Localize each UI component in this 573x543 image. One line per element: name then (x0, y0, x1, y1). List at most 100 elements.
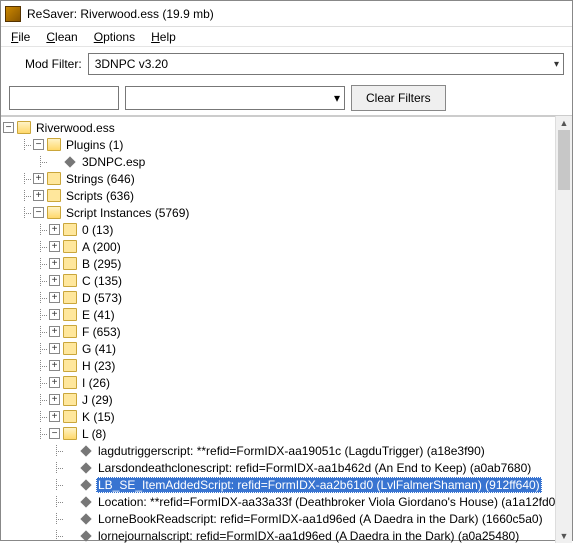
expand-toggle[interactable]: − (3, 122, 14, 133)
tree-label: LB_SE_ItemAddedScript: refid=FormIDX-aa2… (96, 477, 542, 493)
folder-icon (47, 172, 61, 185)
tree-root[interactable]: − Riverwood.ess (3, 119, 555, 136)
tree-label: lagdutriggerscript: **refid=FormIDX-aa19… (96, 444, 487, 458)
folder-icon (63, 291, 77, 304)
scrollbar-thumb[interactable] (558, 130, 570, 190)
item-icon (80, 479, 91, 490)
filter-toolbar: ▾ Clear Filters (1, 81, 572, 116)
tree-label: Larsdondeathclonescript: refid=FormIDX-a… (96, 461, 533, 475)
item-icon (64, 156, 75, 167)
tree-group-G[interactable]: + G (41) (3, 340, 555, 357)
menu-options[interactable]: Options (88, 29, 141, 45)
expand-toggle[interactable]: + (49, 258, 60, 269)
expand-toggle[interactable]: + (49, 377, 60, 388)
tree-strings[interactable]: + Strings (646) (3, 170, 555, 187)
tree-label: F (653) (80, 325, 123, 339)
tree-group-E[interactable]: +E (41) (3, 306, 555, 323)
tree-group-L[interactable]: − L (8) (3, 425, 555, 442)
folder-icon (63, 410, 77, 423)
expand-toggle[interactable]: + (49, 326, 60, 337)
expand-toggle[interactable]: − (33, 139, 44, 150)
tree-group-F[interactable]: + F (653) (3, 323, 555, 340)
scroll-up-icon[interactable]: ▲ (556, 116, 572, 130)
expand-toggle[interactable]: + (49, 241, 60, 252)
tree-label: Scripts (636) (64, 189, 136, 203)
tree-label: L (8) (80, 427, 108, 441)
mod-filter-combo[interactable]: 3DNPC v3.20 ▾ (88, 53, 564, 75)
tree-group-I[interactable]: + I (26) (3, 374, 555, 391)
folder-icon (63, 308, 77, 321)
menu-file[interactable]: File (5, 29, 36, 45)
tree-label: Script Instances (5769) (64, 206, 191, 220)
tree-scripts[interactable]: + Scripts (636) (3, 187, 555, 204)
expand-toggle[interactable]: + (49, 309, 60, 320)
expand-toggle[interactable]: + (49, 394, 60, 405)
expand-toggle[interactable]: + (49, 224, 60, 235)
window-title: ReSaver: Riverwood.ess (19.9 mb) (27, 7, 214, 21)
expand-toggle[interactable]: + (49, 411, 60, 422)
tree-label: Plugins (1) (64, 138, 125, 152)
tree-label: Location: **refid=FormIDX-aa33a33f (Deat… (96, 495, 555, 509)
tree-label: A (200) (80, 240, 123, 254)
folder-icon (63, 359, 77, 372)
tree-group-D[interactable]: + D (573) (3, 289, 555, 306)
expand-toggle[interactable]: + (33, 190, 44, 201)
tree-group-0[interactable]: +0 (13) (3, 221, 555, 238)
expand-toggle[interactable]: − (33, 207, 44, 218)
folder-icon (17, 121, 31, 134)
folder-icon (63, 257, 77, 270)
tree-label: C (135) (80, 274, 124, 288)
chevron-down-icon: ▾ (554, 59, 559, 70)
tree-label: I (26) (80, 376, 112, 390)
folder-icon (63, 393, 77, 406)
menu-clean[interactable]: Clean (40, 29, 83, 45)
chevron-down-icon: ▾ (334, 91, 340, 105)
tree-group-B[interactable]: +B (295) (3, 255, 555, 272)
tree-group-H[interactable]: + H (23) (3, 357, 555, 374)
tree-view[interactable]: − Riverwood.ess − Plugins (1)3DNPC.esp + Stri… (1, 116, 555, 543)
tree-label: Strings (646) (64, 172, 137, 186)
vertical-scrollbar[interactable]: ▲ ▼ (555, 116, 572, 543)
tree-instance-item[interactable]: Location: **refid=FormIDX-aa33a33f (Deat… (3, 493, 555, 510)
tree-label: LorneBookReadscript: refid=FormIDX-aa1d9… (96, 512, 545, 526)
tree-script-instances[interactable]: − Script Instances (5769) (3, 204, 555, 221)
filter-type-combo[interactable]: ▾ (125, 86, 345, 110)
expand-toggle[interactable]: + (33, 173, 44, 184)
item-icon (80, 445, 91, 456)
tree-group-C[interactable]: + C (135) (3, 272, 555, 289)
folder-icon (63, 427, 77, 440)
tree-group-A[interactable]: + A (200) (3, 238, 555, 255)
tree-group-K[interactable]: + K (15) (3, 408, 555, 425)
menu-help[interactable]: Help (145, 29, 182, 45)
tree-label: Riverwood.ess (34, 121, 117, 135)
tree-instance-item[interactable]: Larsdondeathclonescript: refid=FormIDX-a… (3, 459, 555, 476)
menubar: File Clean Options Help (1, 27, 572, 47)
tree-group-J[interactable]: + J (29) (3, 391, 555, 408)
folder-icon (63, 342, 77, 355)
tree-label: J (29) (80, 393, 115, 407)
mod-filter-row: Mod Filter: 3DNPC v3.20 ▾ (1, 47, 572, 81)
filter-text-input[interactable] (9, 86, 119, 110)
tree-plugin-item[interactable]: 3DNPC.esp (3, 153, 555, 170)
app-icon (5, 6, 21, 22)
item-icon (80, 496, 91, 507)
tree-label: K (15) (80, 410, 117, 424)
tree-label: lornejournalscript: refid=FormIDX-aa1d96… (96, 529, 521, 543)
expand-toggle[interactable]: + (49, 275, 60, 286)
expand-toggle[interactable]: + (49, 360, 60, 371)
tree-instance-item[interactable]: LorneBookReadscript: refid=FormIDX-aa1d9… (3, 510, 555, 527)
folder-icon (63, 376, 77, 389)
folder-icon (47, 138, 61, 151)
expand-toggle[interactable]: − (49, 428, 60, 439)
folder-icon (63, 325, 77, 338)
tree-plugins[interactable]: − Plugins (1) (3, 136, 555, 153)
tree-label: D (573) (80, 291, 124, 305)
tree-instance-item[interactable]: lagdutriggerscript: **refid=FormIDX-aa19… (3, 442, 555, 459)
tree-label: H (23) (80, 359, 117, 373)
expand-toggle[interactable]: + (49, 343, 60, 354)
folder-icon (63, 223, 77, 236)
tree-label: G (41) (80, 342, 118, 356)
expand-toggle[interactable]: + (49, 292, 60, 303)
tree-instance-item[interactable]: LB_SE_ItemAddedScript: refid=FormIDX-aa2… (3, 476, 555, 493)
clear-filters-button[interactable]: Clear Filters (351, 85, 446, 111)
